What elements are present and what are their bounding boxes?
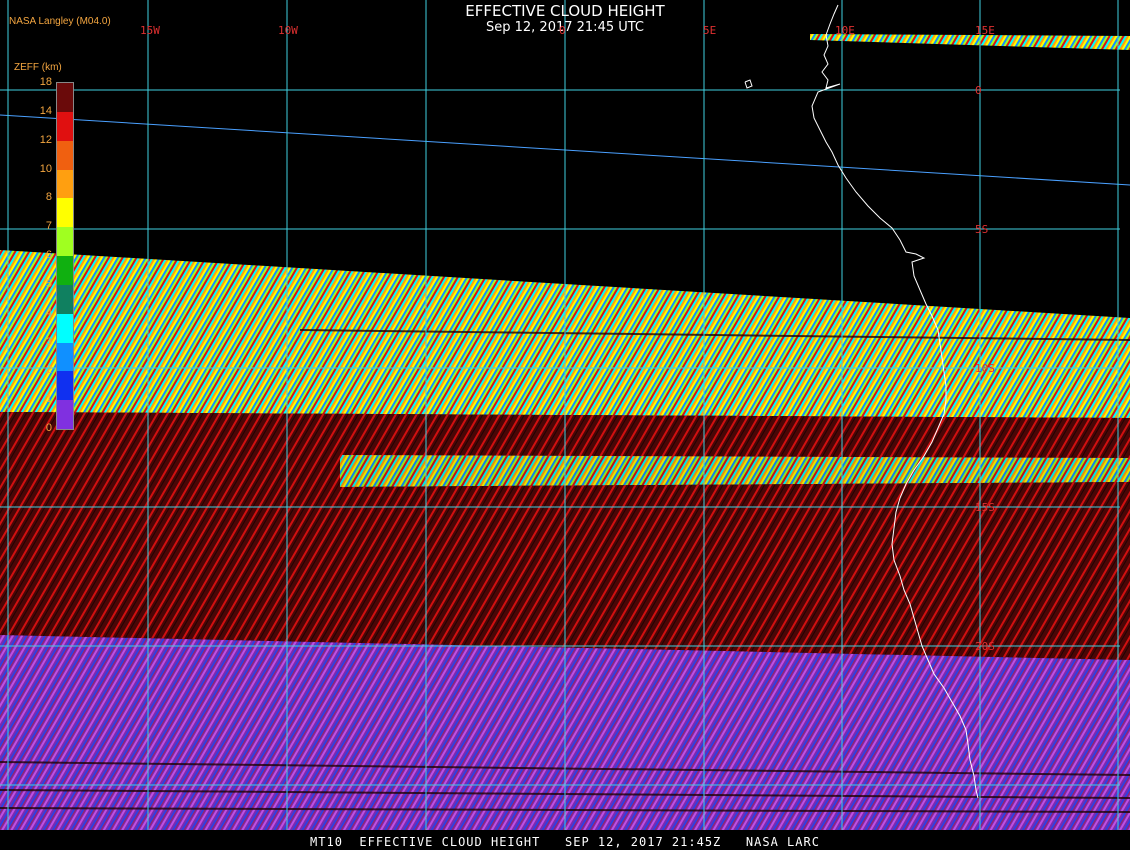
colorbar-segment	[57, 111, 73, 142]
credit-label: NASA Langley (M04.0)	[9, 16, 111, 27]
colorbar-label: ZEFF (km)	[14, 62, 62, 73]
colorbar-tick-label: 3	[45, 335, 52, 348]
colorbar-tick-label: 12	[39, 133, 52, 146]
colorbar-segment	[57, 256, 73, 286]
colorbar	[56, 82, 74, 430]
colorbar-tick-label: 18	[39, 76, 52, 88]
island-outline	[744, 79, 753, 89]
colorbar-tick-label: 5	[45, 277, 52, 290]
colorbar-tick-label: 0	[45, 422, 52, 434]
footer-caption: MT10 EFFECTIVE CLOUD HEIGHT SEP 12, 2017…	[310, 835, 820, 849]
colorbar-tick-label: 4	[45, 306, 52, 319]
colorbar-tick-label: 2	[45, 364, 52, 377]
lon-label-15e: 15E	[975, 24, 995, 37]
lat-label-10s: 10S	[975, 362, 995, 375]
lon-label-15w: 15W	[140, 24, 160, 37]
lon-label-0: 0	[559, 24, 566, 37]
colorbar-segment	[57, 284, 73, 315]
lat-label-0: 0	[975, 84, 982, 97]
colorbar-tick-label: 8	[45, 191, 52, 204]
cloud-swath-mid-multicolor	[340, 455, 1130, 487]
colorbar-segment	[57, 198, 73, 228]
colorbar-tick-label: 6	[45, 249, 52, 261]
lon-label-5e: 5E	[703, 24, 717, 37]
map-title: EFFECTIVE CLOUD HEIGHT	[465, 2, 665, 20]
colorbar-tick-label: 7	[45, 220, 52, 233]
satellite-map	[0, 0, 1130, 830]
colorbar-tick-label: 1	[45, 393, 52, 406]
lat-label-20s: 20S	[975, 640, 995, 653]
colorbar-segment	[57, 313, 73, 343]
colorbar-segment	[57, 169, 73, 199]
colorbar-segment	[57, 227, 73, 257]
colorbar-segment	[57, 400, 73, 430]
cloud-swath-top-strip	[810, 34, 1130, 50]
lat-label-5s: 5S	[975, 223, 989, 236]
colorbar-tick-label: 14	[39, 104, 52, 117]
lon-label-10w: 10W	[278, 24, 298, 37]
colorbar-tick-label: 10	[39, 162, 52, 175]
lon-label-10e: 10E	[835, 24, 855, 37]
colorbar-segment	[57, 342, 73, 372]
colorbar-segment	[57, 371, 73, 401]
colorbar-segment	[57, 83, 73, 113]
lat-label-15s: 15S	[975, 501, 995, 514]
colorbar-segment	[57, 140, 73, 170]
